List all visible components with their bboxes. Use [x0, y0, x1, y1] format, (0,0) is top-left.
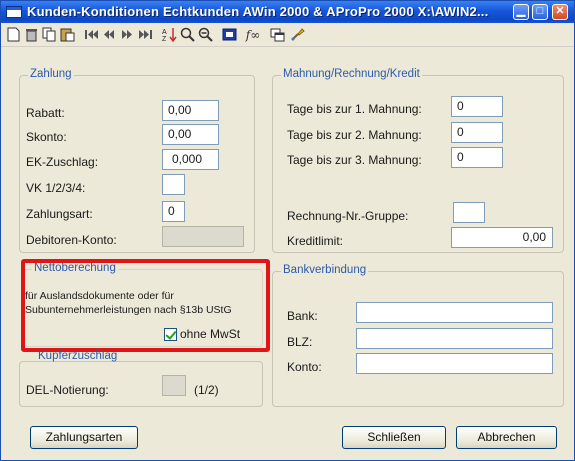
debitoren-konto-field [162, 226, 244, 247]
vk-label: VK 1/2/3/4: [26, 181, 86, 195]
ek-zuschlag-field[interactable]: 0,000 [162, 149, 219, 170]
svg-text:Z: Z [162, 36, 167, 42]
bankverbindung-group-title: Bankverbindung [281, 264, 369, 276]
tage-mahnung-2-label: Tage bis zur 2. Mahnung: [287, 128, 422, 142]
toolbar: AZ f∞ [1, 23, 574, 47]
window-title: Kunden-Konditionen Echtkunden AWin 2000 … [27, 4, 489, 19]
kreditlimit-field[interactable]: 0,00 [451, 227, 553, 248]
abbrechen-button[interactable]: Abbrechen [456, 426, 557, 449]
first-record-icon[interactable] [83, 26, 100, 43]
maximize-button[interactable]: □ [532, 4, 548, 20]
brush-icon[interactable] [289, 26, 306, 43]
zahlungsart-field[interactable]: 0 [162, 201, 185, 222]
delete-icon[interactable] [23, 26, 40, 43]
rechnung-nr-gruppe-field[interactable] [453, 202, 485, 223]
zahlung-group-title: Zahlung [28, 68, 74, 80]
rabatt-field[interactable]: 0,00 [162, 100, 219, 121]
window-app-icon [6, 6, 22, 18]
tage-mahnung-2-field[interactable]: 0 [451, 122, 503, 143]
del-notierung-hint: (1/2) [194, 383, 219, 397]
title-bar[interactable]: Kunden-Konditionen Echtkunden AWin 2000 … [1, 1, 574, 23]
blz-label: BLZ: [287, 335, 313, 349]
debitoren-konto-label: Debitoren-Konto: [26, 233, 117, 247]
minimize-button[interactable]: ▁ [513, 4, 529, 20]
del-notierung-label: DEL-Notierung: [26, 383, 109, 397]
vk-field[interactable] [162, 174, 185, 195]
tage-mahnung-1-label: Tage bis zur 1. Mahnung: [287, 102, 422, 116]
schliessen-button[interactable]: Schließen [342, 426, 446, 449]
prev-record-icon[interactable] [101, 26, 118, 43]
del-notierung-field [162, 375, 186, 396]
blz-field[interactable] [356, 328, 553, 349]
zoom-out-icon[interactable] [197, 26, 214, 43]
tage-mahnung-3-field[interactable]: 0 [451, 147, 503, 168]
bank-field[interactable] [356, 302, 553, 323]
rabatt-label: Rabatt: [26, 106, 65, 120]
mahnung-group-title: Mahnung/Rechnung/Kredit [281, 68, 422, 80]
zahlungsart-label: Zahlungsart: [26, 207, 93, 221]
window-icon[interactable] [269, 26, 286, 43]
rechnung-nr-gruppe-label: Rechnung-Nr.-Gruppe: [287, 209, 409, 223]
kupferzuschlag-group-title: Kupferzuschlag [38, 350, 118, 362]
paste-icon[interactable] [59, 26, 76, 43]
bank-label: Bank: [287, 309, 318, 323]
svg-text:A: A [162, 29, 167, 36]
copy-icon[interactable] [41, 26, 58, 43]
sort-icon[interactable]: AZ [161, 26, 178, 43]
last-record-icon[interactable] [137, 26, 154, 43]
search-icon[interactable] [179, 26, 196, 43]
formula-label: f∞ [245, 27, 261, 42]
form-icon[interactable] [221, 26, 238, 43]
skonto-label: Skonto: [26, 130, 67, 144]
next-record-icon[interactable] [119, 26, 136, 43]
skonto-field[interactable]: 0,00 [162, 124, 219, 145]
zahlungsarten-button[interactable]: Zahlungsarten [30, 426, 138, 449]
konto-field[interactable] [356, 353, 553, 374]
close-button[interactable]: ✕ [552, 4, 568, 20]
tage-mahnung-3-label: Tage bis zur 3. Mahnung: [287, 153, 422, 167]
new-doc-icon[interactable] [5, 26, 22, 43]
tage-mahnung-1-field[interactable]: 0 [451, 96, 503, 117]
formula-icon[interactable]: f∞ [243, 26, 263, 43]
kreditlimit-label: Kreditlimit: [287, 234, 344, 248]
highlight-box [21, 259, 270, 352]
ek-zuschlag-label: EK-Zuschlag: [26, 155, 99, 169]
kunden-konditionen-window: Kunden-Konditionen Echtkunden AWin 2000 … [0, 0, 575, 461]
konto-label: Konto: [287, 360, 322, 374]
